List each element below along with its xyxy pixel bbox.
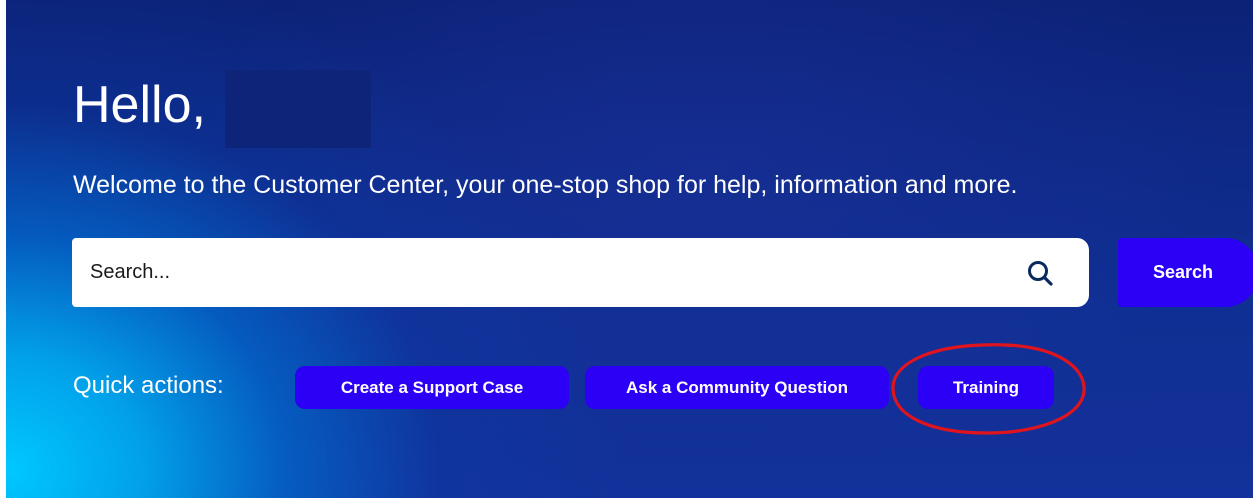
search-button[interactable]: Search bbox=[1118, 238, 1253, 307]
training-button[interactable]: Training bbox=[918, 366, 1054, 409]
ask-community-question-button[interactable]: Ask a Community Question bbox=[585, 366, 889, 409]
greeting-heading: Hello, bbox=[73, 76, 206, 134]
search-icon[interactable] bbox=[1026, 259, 1054, 287]
hero-banner: Hello, Welcome to the Customer Center, y… bbox=[6, 0, 1253, 498]
welcome-text: Welcome to the Customer Center, your one… bbox=[73, 171, 1018, 199]
create-support-case-button[interactable]: Create a Support Case bbox=[295, 366, 569, 409]
quick-actions-label: Quick actions: bbox=[73, 372, 224, 399]
search-box bbox=[72, 238, 1089, 307]
search-input[interactable] bbox=[90, 238, 990, 307]
redacted-user-name bbox=[225, 70, 371, 148]
